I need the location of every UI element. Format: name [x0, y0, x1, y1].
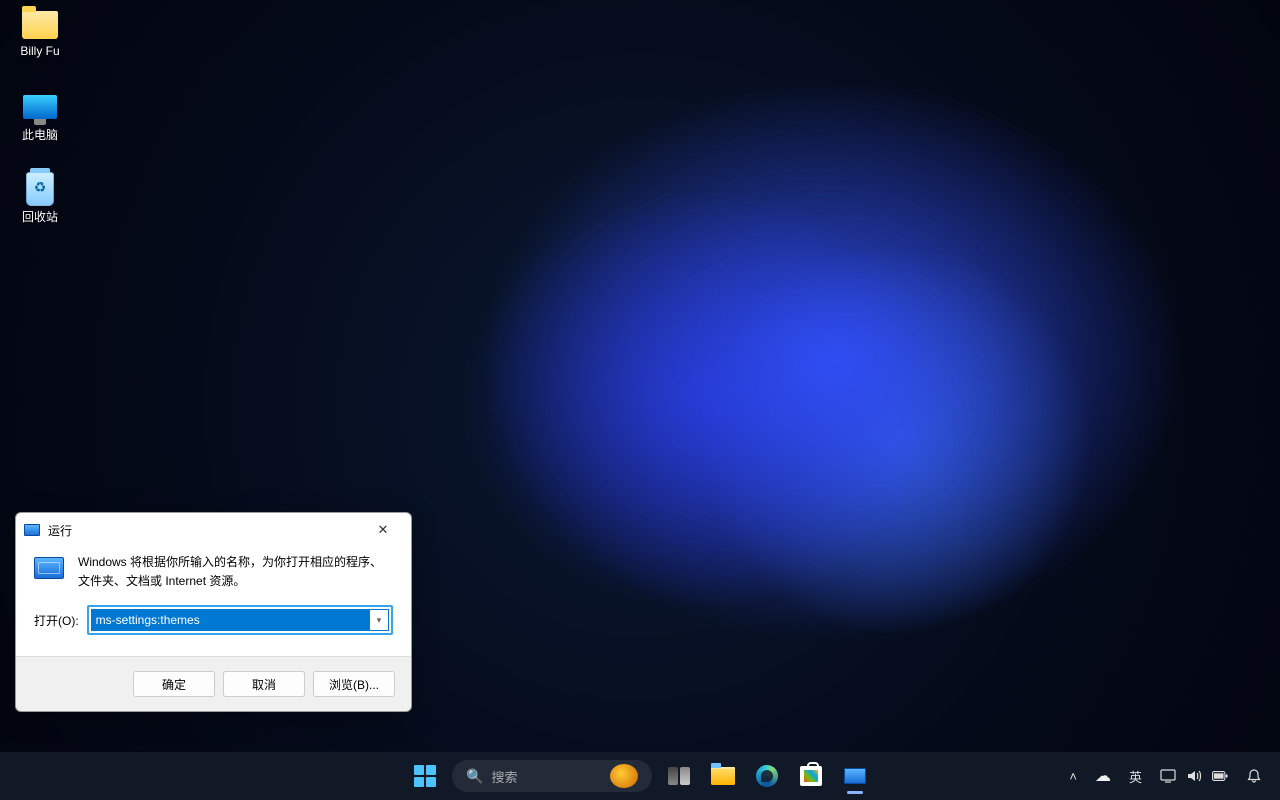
close-button[interactable]: ✕	[363, 516, 403, 544]
edge-icon	[756, 765, 778, 787]
dropdown-button[interactable]: ▾	[370, 610, 388, 630]
task-view-button[interactable]	[658, 756, 700, 796]
run-titlebar[interactable]: 运行 ✕	[16, 513, 411, 547]
run-command-input[interactable]	[92, 610, 370, 630]
search-placeholder: 搜索	[491, 767, 602, 786]
volume-icon	[1186, 768, 1202, 784]
bell-icon	[1246, 768, 1262, 784]
search-highlight-icon	[610, 764, 638, 788]
desktop-icon-recycle-bin[interactable]: 回收站	[2, 172, 78, 225]
taskbar: 🔍 搜索 ˄ ☁ 英	[0, 752, 1280, 800]
desktop-icon-label: 此电脑	[22, 126, 58, 143]
recycle-icon	[26, 172, 54, 206]
run-large-icon	[34, 557, 64, 579]
run-taskbar-button[interactable]	[834, 756, 876, 796]
taskbar-center: 🔍 搜索	[404, 752, 876, 800]
run-title: 运行	[48, 522, 72, 539]
taskbar-search[interactable]: 🔍 搜索	[452, 760, 652, 792]
run-icon	[24, 524, 40, 536]
run-icon	[844, 768, 866, 784]
windows-logo-icon	[414, 765, 436, 787]
file-explorer-button[interactable]	[702, 756, 744, 796]
desktop-icon-label: 回收站	[22, 208, 58, 225]
monitor-icon	[23, 95, 57, 119]
display-icon	[1160, 768, 1176, 784]
ok-button[interactable]: 确定	[133, 671, 215, 697]
desktop-wallpaper[interactable]: Billy Fu 此电脑 回收站 运行 ✕ Windows 将根据你所输入的名称…	[0, 0, 1280, 800]
file-explorer-icon	[711, 767, 735, 785]
run-input-highlight: ▾	[87, 605, 393, 635]
run-dialog[interactable]: 运行 ✕ Windows 将根据你所输入的名称，为你打开相应的程序、文件夹、文档…	[15, 512, 412, 712]
desktop-icon-label: Billy Fu	[20, 44, 59, 58]
task-view-icon	[668, 767, 690, 785]
run-button-row: 确定 取消 浏览(B)...	[16, 656, 411, 711]
run-description: Windows 将根据你所输入的名称，为你打开相应的程序、文件夹、文档或 Int…	[78, 553, 393, 591]
cancel-button[interactable]: 取消	[223, 671, 305, 697]
notification-center-button[interactable]	[1238, 756, 1270, 796]
microsoft-store-button[interactable]	[790, 756, 832, 796]
tray-overflow-button[interactable]: ˄	[1061, 756, 1085, 796]
desktop-icon-this-pc[interactable]: 此电脑	[2, 90, 78, 143]
open-label: 打开(O):	[34, 612, 79, 629]
chevron-up-icon: ˄	[1069, 769, 1077, 784]
ime-indicator[interactable]: 英	[1121, 756, 1150, 796]
browse-button[interactable]: 浏览(B)...	[313, 671, 395, 697]
desktop-icon-user-folder[interactable]: Billy Fu	[2, 8, 78, 58]
start-button[interactable]	[404, 756, 446, 796]
ime-label: 英	[1129, 767, 1142, 786]
battery-icon	[1212, 768, 1228, 784]
cloud-icon: ☁	[1095, 766, 1111, 786]
search-icon: 🔍	[466, 768, 483, 785]
edge-button[interactable]	[746, 756, 788, 796]
onedrive-tray[interactable]: ☁	[1087, 756, 1119, 796]
folder-icon	[22, 11, 58, 39]
system-tray: ˄ ☁ 英	[1061, 752, 1280, 800]
quick-settings-button[interactable]	[1152, 756, 1236, 796]
store-icon	[800, 766, 822, 786]
